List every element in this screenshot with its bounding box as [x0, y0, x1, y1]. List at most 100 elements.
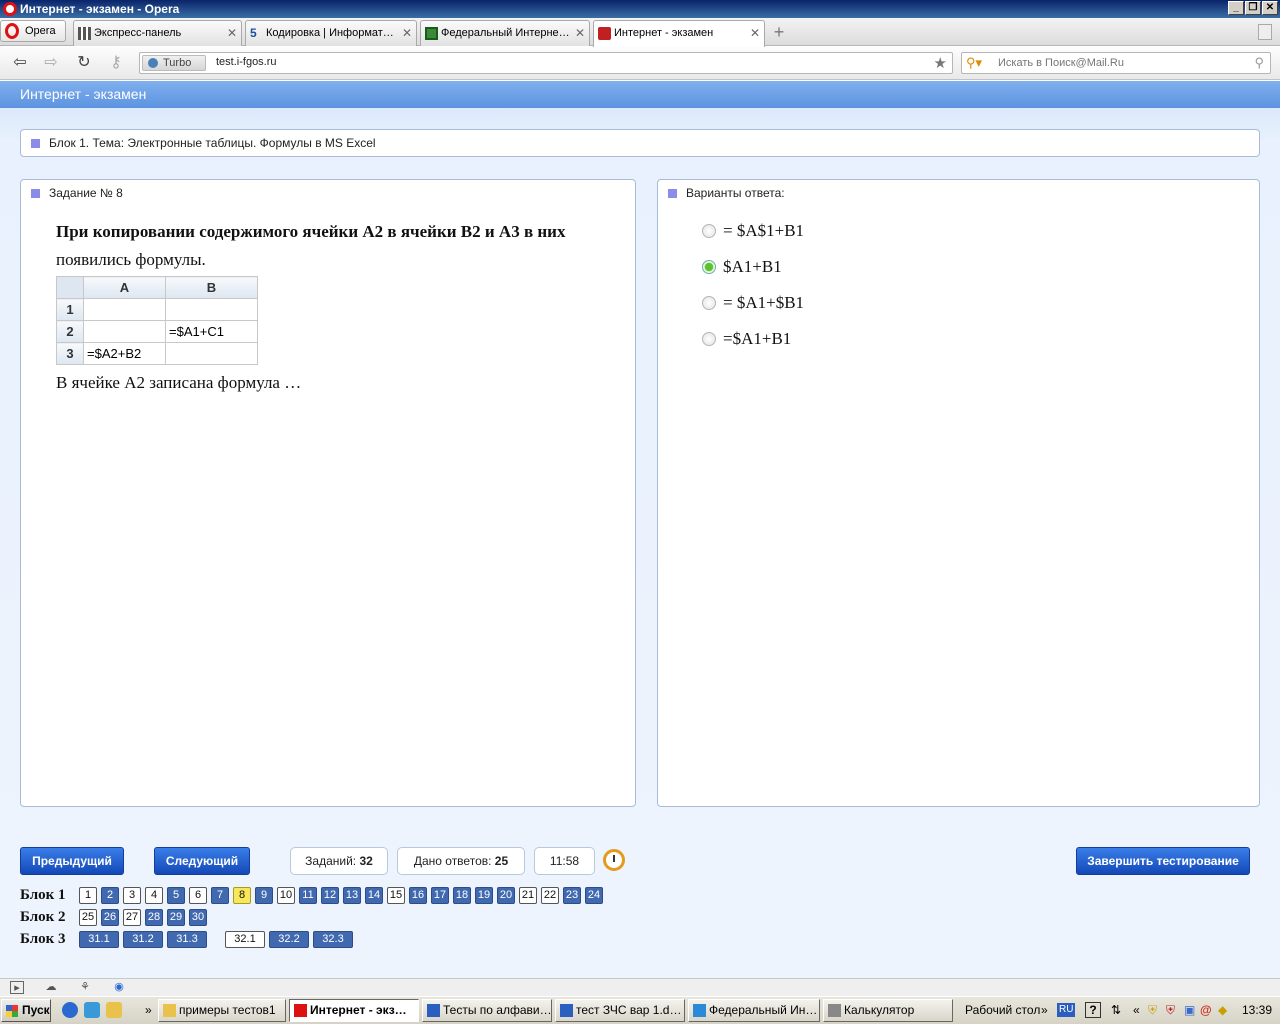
search-input[interactable]	[998, 55, 1248, 71]
question-number-button[interactable]: 13	[343, 887, 361, 904]
question-number-button[interactable]: 32.3	[313, 931, 353, 948]
tab-internet-exam[interactable]: Интернет - экзамен ✕	[593, 20, 765, 47]
question-number-button[interactable]: 32.1	[225, 931, 265, 948]
question-number-button[interactable]: 6	[189, 887, 207, 904]
search-engine-icon[interactable]: ⚲▾	[966, 55, 982, 71]
tray-arrows-icon[interactable]: ⇅	[1111, 1000, 1121, 1020]
question-number-button[interactable]: 20	[497, 887, 515, 904]
tab-encoding[interactable]: 5 Кодировка | Информат… ✕	[245, 20, 417, 46]
question-number-button[interactable]: 2	[101, 887, 119, 904]
address-bar[interactable]: Turbo test.i-fgos.ru ★	[139, 52, 953, 74]
cloud-icon[interactable]: ☁	[44, 981, 58, 994]
question-number-button[interactable]: 10	[277, 887, 295, 904]
tray-expand-icon[interactable]: «	[1133, 1000, 1140, 1020]
reload-icon[interactable]: ↻	[74, 54, 94, 72]
question-number-button[interactable]: 17	[431, 887, 449, 904]
bookmark-star-icon[interactable]: ★	[934, 54, 947, 72]
cell: =$A2+B2	[83, 342, 166, 365]
url-text[interactable]: test.i-fgos.ru	[216, 56, 277, 68]
folder-icon	[163, 1004, 176, 1017]
previous-button[interactable]: Предыдущий	[20, 847, 124, 875]
radio-button[interactable]	[702, 224, 716, 238]
desktop-toolbar[interactable]: Рабочий стол	[965, 1000, 1040, 1020]
taskbar-window-button[interactable]: примеры тестов1	[158, 999, 286, 1022]
answer-label: = $A1+$B1	[723, 293, 805, 312]
question-text-line1: При копировании содержимого ячейки A2 в …	[56, 222, 566, 241]
question-number-button[interactable]: 24	[585, 887, 603, 904]
panel-toggle-icon[interactable]: ▸	[10, 981, 24, 994]
close-tab-icon[interactable]: ✕	[575, 21, 585, 45]
update-icon[interactable]: ◆	[1218, 1000, 1227, 1020]
question-number-button[interactable]: 31.1	[79, 931, 119, 948]
question-number-button[interactable]: 29	[167, 909, 185, 926]
taskbar-window-button[interactable]: Интернет - экз…	[289, 999, 419, 1022]
question-number-button[interactable]: 27	[123, 909, 141, 926]
folder-icon[interactable]	[106, 1002, 122, 1018]
browser-icon[interactable]	[84, 1002, 100, 1018]
finish-test-button[interactable]: Завершить тестирование	[1076, 847, 1250, 875]
share-icon[interactable]: ⚘	[78, 981, 92, 994]
forward-icon[interactable]: ⇨	[41, 54, 61, 72]
radio-button[interactable]	[702, 296, 716, 310]
ie-icon[interactable]	[62, 1002, 78, 1018]
start-button[interactable]: Пуск	[1, 999, 51, 1022]
search-icon[interactable]: ⚲	[1254, 55, 1264, 71]
question-number-button[interactable]: 21	[519, 887, 537, 904]
restore-button[interactable]: ❐	[1245, 1, 1261, 15]
question-number-button[interactable]: 30	[189, 909, 207, 926]
radio-button-selected[interactable]	[702, 260, 716, 274]
site-favicon-icon	[598, 27, 611, 40]
question-number-button[interactable]: 23	[563, 887, 581, 904]
question-number-button[interactable]: 25	[79, 909, 97, 926]
back-icon[interactable]: ⇦	[10, 54, 30, 72]
taskbar-window-button[interactable]: Федеральный Ин…	[688, 999, 820, 1022]
antivirus-icon[interactable]: ⛨	[1166, 1000, 1175, 1020]
taskbar-window-button[interactable]: тест ЗЧС вар 1.d…	[555, 999, 685, 1022]
toolbar-expand-icon[interactable]: »	[1041, 1000, 1048, 1020]
network-icon[interactable]: ▣	[1184, 1000, 1195, 1020]
question-number-button[interactable]: 16	[409, 887, 427, 904]
question-number-button[interactable]: 9	[255, 887, 273, 904]
turbo-button[interactable]: Turbo	[142, 55, 206, 71]
question-number-button[interactable]: 14	[365, 887, 383, 904]
question-number-button[interactable]: 22	[541, 887, 559, 904]
question-number-button[interactable]: 19	[475, 887, 493, 904]
question-number-button[interactable]: 31.2	[123, 931, 163, 948]
search-box[interactable]: ⚲▾ ⚲	[961, 52, 1271, 74]
opera-menu-button[interactable]: Opera	[0, 20, 66, 42]
question-number-button[interactable]: 32.2	[269, 931, 309, 948]
minimize-button[interactable]: _	[1228, 1, 1244, 15]
question-number-button[interactable]: 18	[453, 887, 471, 904]
tab-federal[interactable]: Федеральный Интерне… ✕	[420, 20, 590, 46]
key-icon[interactable]: ⚷	[106, 54, 126, 72]
close-tab-icon[interactable]: ✕	[402, 21, 412, 45]
question-number-button[interactable]: 15	[387, 887, 405, 904]
help-icon[interactable]: ?	[1085, 1002, 1101, 1018]
question-number-button[interactable]: 7	[211, 887, 229, 904]
quick-launch-expand-icon[interactable]: »	[145, 1000, 152, 1020]
question-number-button[interactable]: 26	[101, 909, 119, 926]
mail-icon[interactable]: @	[1200, 1000, 1212, 1020]
question-number-button[interactable]: 12	[321, 887, 339, 904]
taskbar-window-button[interactable]: Тесты по алфави…	[422, 999, 552, 1022]
question-number-button[interactable]: 1	[79, 887, 97, 904]
radio-button[interactable]	[702, 332, 716, 346]
question-number-button[interactable]: 4	[145, 887, 163, 904]
close-window-button[interactable]: ✕	[1262, 1, 1278, 15]
question-number-button[interactable]: 11	[299, 887, 317, 904]
tab-speed-dial[interactable]: Экспресс-панель ✕	[73, 20, 242, 46]
trash-icon[interactable]	[1258, 24, 1272, 40]
close-tab-icon[interactable]: ✕	[227, 21, 237, 45]
question-number-button[interactable]: 8	[233, 887, 251, 904]
question-number-button[interactable]: 28	[145, 909, 163, 926]
question-number-button[interactable]: 31.3	[167, 931, 207, 948]
language-indicator[interactable]: RU	[1057, 1003, 1076, 1017]
question-number-button[interactable]: 3	[123, 887, 141, 904]
taskbar-window-button[interactable]: Калькулятор	[823, 999, 953, 1022]
speed-icon[interactable]: ◉	[112, 981, 126, 994]
close-tab-icon[interactable]: ✕	[750, 21, 760, 45]
next-button[interactable]: Следующий	[154, 847, 250, 875]
question-number-button[interactable]: 5	[167, 887, 185, 904]
new-tab-icon[interactable]: +	[770, 23, 788, 42]
shield-icon[interactable]: ⛨	[1148, 1000, 1157, 1020]
